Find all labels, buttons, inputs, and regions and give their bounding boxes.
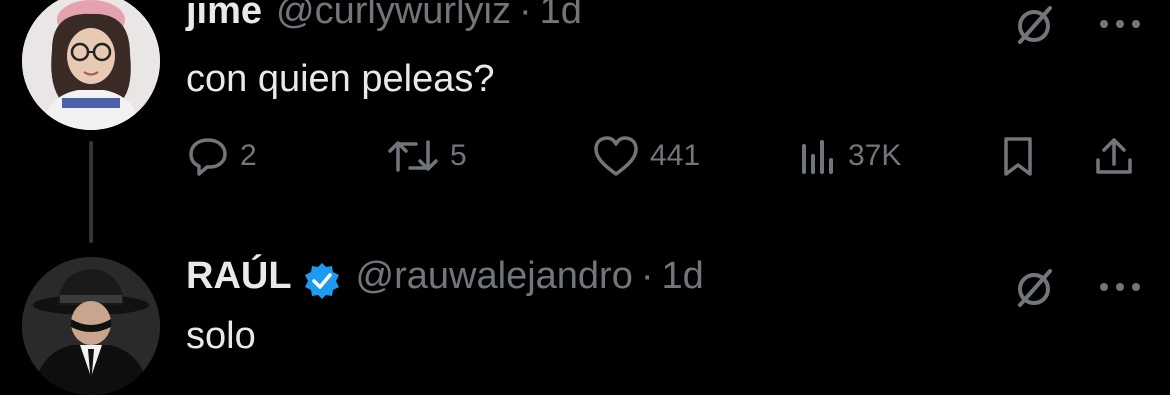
retweet-icon [386, 134, 440, 178]
tweet-raul[interactable]: RAÚL @rauwalejandro · 1d solo [0, 245, 1170, 395]
tweet-top-actions [1010, 0, 1142, 48]
display-name[interactable]: RAÚL [186, 255, 292, 298]
timestamp[interactable]: 1d [540, 0, 582, 33]
share-button[interactable] [1092, 132, 1136, 180]
avatar[interactable] [22, 0, 160, 130]
view-count: 37K [848, 139, 902, 172]
more-dots-icon[interactable] [1098, 14, 1142, 34]
separator-dot: · [640, 255, 654, 297]
reply-button[interactable]: 2 [186, 132, 257, 180]
user-avatar-man-fedora-icon [22, 257, 160, 395]
tweet-header: RAÚL @rauwalejandro · 1d [186, 255, 704, 301]
bookmark-icon [998, 134, 1038, 178]
grok-slash-circle-icon[interactable] [1010, 263, 1058, 311]
separator-dot: · [518, 0, 532, 32]
grok-slash-circle-icon[interactable] [1010, 0, 1058, 48]
like-count: 441 [650, 139, 701, 172]
tweet-text: solo [186, 315, 256, 357]
tweet-top-actions [1010, 263, 1142, 311]
reply-bubble-icon [186, 134, 230, 178]
timestamp[interactable]: 1d [661, 255, 703, 298]
user-avatar-girl-glasses-icon [22, 0, 160, 130]
views-button[interactable]: 37K [798, 132, 901, 180]
share-upload-icon [1092, 134, 1136, 178]
retweet-count: 5 [450, 139, 467, 172]
tweet-actions-bar: 2 5 441 37K [186, 132, 1146, 180]
tweet-jime[interactable]: jime @curlywurlyiz · 1d con quien peleas… [0, 0, 1170, 245]
views-bar-chart-icon [798, 134, 838, 178]
bookmark-button[interactable] [998, 132, 1038, 180]
thread-line [89, 141, 93, 243]
avatar[interactable] [22, 257, 160, 395]
verified-badge-icon[interactable] [302, 261, 342, 301]
user-handle[interactable]: @curlywurlyiz [276, 0, 511, 33]
heart-icon [592, 134, 640, 178]
display-name[interactable]: jime [186, 0, 262, 33]
reply-count: 2 [240, 139, 257, 172]
user-handle[interactable]: @rauwalejandro [356, 255, 633, 298]
retweet-button[interactable]: 5 [386, 132, 467, 180]
like-button[interactable]: 441 [592, 132, 700, 180]
tweet-text: con quien peleas? [186, 58, 495, 100]
tweet-header: jime @curlywurlyiz · 1d [186, 0, 582, 33]
more-dots-icon[interactable] [1098, 277, 1142, 297]
